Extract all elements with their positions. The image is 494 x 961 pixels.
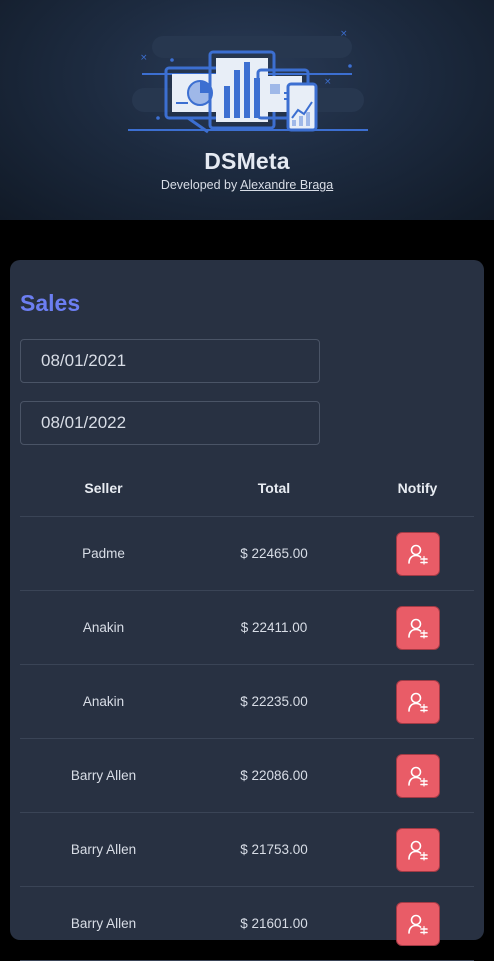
author-link[interactable]: Alexandre Braga bbox=[240, 178, 333, 192]
sales-card: Sales 08/01/2021 08/01/2022 Seller Total… bbox=[10, 260, 484, 961]
seller-name: Padme bbox=[82, 546, 125, 561]
svg-text:×: × bbox=[324, 77, 332, 87]
sale-total: $ 22086.00 bbox=[240, 768, 308, 783]
dashboard-illustration-icon: × × × bbox=[128, 29, 368, 134]
developed-by-label: Developed by bbox=[160, 178, 238, 192]
user-notify-icon bbox=[407, 544, 428, 565]
notify-cell bbox=[361, 605, 474, 650]
seller-name: Barry Allen bbox=[70, 842, 137, 857]
date-max-input[interactable]: 08/01/2022 bbox=[20, 401, 320, 445]
table-row: Padme $ 22465.00 bbox=[20, 517, 474, 591]
seller-name: Barry Allen bbox=[70, 768, 137, 783]
sale-total: $ 22465.00 bbox=[240, 546, 308, 561]
column-notify: Notify bbox=[397, 480, 438, 496]
notify-cell bbox=[361, 901, 474, 946]
notify-button[interactable] bbox=[395, 753, 440, 798]
notify-button[interactable] bbox=[395, 531, 440, 576]
sales-title: Sales bbox=[20, 290, 81, 316]
seller-name: Anakin bbox=[82, 620, 125, 635]
notify-button[interactable] bbox=[395, 679, 440, 724]
column-seller: Seller bbox=[84, 480, 123, 496]
table-row: Anakin $ 22411.00 bbox=[20, 591, 474, 665]
notify-cell bbox=[361, 827, 474, 872]
user-notify-icon bbox=[407, 766, 428, 787]
user-notify-icon bbox=[407, 914, 428, 935]
svg-text:×: × bbox=[140, 53, 148, 63]
developer-credit: Developed by Alexandre Braga bbox=[0, 178, 494, 192]
seller-name: Barry Allen bbox=[70, 916, 137, 931]
table-row: Anakin $ 22235.00 bbox=[20, 665, 474, 739]
date-min-input[interactable]: 08/01/2021 bbox=[20, 339, 320, 383]
user-notify-icon bbox=[407, 840, 428, 861]
table-row: Barry Allen $ 22086.00 bbox=[20, 739, 474, 813]
notify-cell bbox=[361, 531, 474, 576]
sale-total: $ 22411.00 bbox=[240, 620, 308, 635]
table-row: Barry Allen $ 21753.00 bbox=[20, 813, 474, 887]
column-total: Total bbox=[257, 480, 291, 496]
sales-table: Seller Total Notify Padme $ 22465.00 Anaki… bbox=[20, 460, 474, 961]
notify-cell bbox=[361, 753, 474, 798]
app-header: × × × DSMeta Developed by Alexandre Brag… bbox=[0, 0, 494, 220]
app-title: DSMeta bbox=[204, 148, 290, 174]
notify-button[interactable] bbox=[395, 901, 440, 946]
notify-button[interactable] bbox=[395, 605, 440, 650]
notify-button[interactable] bbox=[395, 827, 440, 872]
notify-cell bbox=[361, 679, 474, 724]
svg-text:×: × bbox=[340, 29, 348, 39]
user-notify-icon bbox=[407, 618, 428, 639]
sale-total: $ 21601.00 bbox=[240, 916, 308, 931]
user-notify-icon bbox=[407, 692, 428, 713]
table-row: Barry Allen $ 21601.00 bbox=[20, 887, 474, 961]
sale-total: $ 22235.00 bbox=[240, 694, 308, 709]
table-header: Seller Total Notify bbox=[20, 460, 474, 517]
sale-total: $ 21753.00 bbox=[240, 842, 308, 857]
seller-name: Anakin bbox=[82, 694, 125, 709]
